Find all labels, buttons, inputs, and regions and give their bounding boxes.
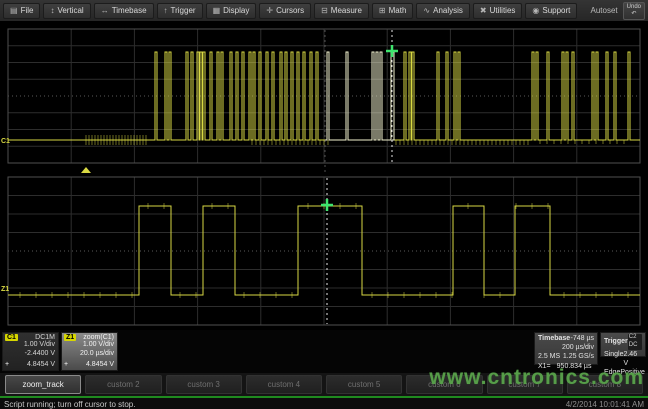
menu-vertical-label: Vertical (57, 6, 83, 15)
menu-math[interactable]: ⊞Math (372, 3, 414, 19)
custom-button-row: zoom_track custom 2 custom 3 custom 4 cu… (0, 373, 648, 396)
x1-cursor-value: 950.834 µs (557, 362, 592, 371)
autoset-button[interactable]: Autoset (591, 6, 618, 15)
menu-support-label: Support (542, 6, 570, 15)
status-message: Script running; turn off cursor to stop. (4, 400, 135, 409)
menu-support[interactable]: ◉Support (525, 3, 577, 19)
undo-label: Undo (627, 4, 641, 11)
x1-cursor-label: X1= (538, 362, 551, 371)
status-bar: Script running; turn off cursor to stop.… (0, 396, 648, 409)
menu-file-label: File (21, 6, 34, 15)
timebase-title: Timebase (538, 334, 570, 343)
trigger-mode: Single (604, 350, 623, 368)
menubar-right: Autoset Undo ↶ (591, 2, 645, 20)
menu-trigger-label: Trigger (171, 6, 196, 15)
z1-tdiv: 20.0 µs/div (64, 350, 114, 359)
menu-measure-label: Measure (331, 6, 362, 15)
z1-badge: Z1 (64, 334, 76, 341)
c1-cursor-value: 4.8454 V (27, 361, 55, 368)
menu-utilities[interactable]: ✖Utilities (473, 3, 522, 19)
button-custom-8[interactable]: custom 8 (567, 375, 643, 394)
menu-math-label: Math (389, 6, 407, 15)
timebase-offset: -748 µs (571, 334, 595, 343)
button-custom-2[interactable]: custom 2 (85, 375, 161, 394)
button-zoom-track[interactable]: zoom_track (5, 375, 81, 394)
menu-analysis-label: Analysis (433, 6, 463, 15)
display-icon: ▦ (213, 7, 221, 15)
descriptor-row: C1 DC1M 1.00 V/div -2.4400 V + 4.8454 V … (0, 330, 648, 373)
channel-c1-descriptor[interactable]: C1 DC1M 1.00 V/div -2.4400 V + 4.8454 V (2, 332, 59, 371)
c1-vdiv: 1.00 V/div (5, 341, 55, 350)
trigger-title: Trigger (604, 337, 628, 346)
menu-trigger[interactable]: ↑Trigger (157, 3, 203, 19)
utilities-tools-icon: ✖ (480, 7, 487, 15)
menu-display-label: Display (223, 6, 249, 15)
z1-cursor-icon: + (64, 361, 68, 368)
zoom-z1-descriptor[interactable]: Z1 zoom(C1) 1.00 V/div 20.0 µs/div + 4.8… (61, 332, 118, 371)
z1-source: zoom(C1) (83, 334, 114, 341)
scope-graticule: C1 Z1 (0, 22, 648, 330)
trigger-source-badge: C2 DC (628, 334, 642, 350)
analysis-wave-icon: ∿ (423, 7, 430, 15)
math-icon: ⊞ (379, 7, 386, 15)
trigger-arrow-icon: ↑ (164, 7, 168, 15)
menu-display[interactable]: ▦Display (206, 3, 257, 19)
timebase-rate: 1.25 GS/s (563, 352, 594, 361)
menu-timebase-label: Timebase (112, 6, 147, 15)
menu-measure[interactable]: ⊟Measure (314, 3, 369, 19)
trigger-kind: Edge (604, 368, 620, 377)
button-custom-3[interactable]: custom 3 (166, 375, 242, 394)
c1-cursor-icon: + (5, 361, 9, 368)
button-custom-7[interactable]: custom 7 (487, 375, 563, 394)
timebase-samples: 2.5 MS (538, 352, 560, 361)
timebase-box[interactable]: Timebase -748 µs 200 µs/div 2.5 MS 1.25 … (534, 332, 598, 365)
menu-timebase[interactable]: ↔Timebase (94, 3, 154, 19)
button-custom-6[interactable]: custom 6 (406, 375, 482, 394)
waveform-display[interactable]: C1 Z1 (0, 22, 648, 330)
undo-button[interactable]: Undo ↶ (623, 2, 645, 20)
trigger-level: 2.46 V (623, 350, 642, 368)
button-custom-5[interactable]: custom 5 (326, 375, 402, 394)
c1-badge: C1 (5, 334, 18, 341)
status-datetime: 4/2/2014 10:01:41 AM (566, 400, 644, 409)
vertical-arrows-icon: ↕ (50, 7, 54, 15)
cursor-cross-icon: ✛ (266, 7, 273, 15)
trigger-box[interactable]: Trigger C2 DC Single 2.46 V Edge Positiv… (600, 332, 646, 357)
menu-vertical[interactable]: ↕Vertical (43, 3, 90, 19)
z1-cursor-value: 4.8454 V (86, 361, 114, 368)
svg-text:Z1: Z1 (1, 286, 9, 293)
menu-cursors-label: Cursors (276, 6, 304, 15)
z1-vdiv: 1.00 V/div (64, 341, 114, 350)
horizontal-arrows-icon: ↔ (101, 7, 109, 15)
svg-text:C1: C1 (1, 138, 10, 145)
file-icon: ▤ (10, 7, 18, 15)
button-custom-4[interactable]: custom 4 (246, 375, 322, 394)
c1-coupling: DC1M (35, 334, 55, 341)
menu-bar: ▤File ↕Vertical ↔Timebase ↑Trigger ▦Disp… (0, 0, 648, 22)
oscilloscope-app: ▤File ↕Vertical ↔Timebase ↑Trigger ▦Disp… (0, 0, 648, 409)
menu-file[interactable]: ▤File (3, 3, 40, 19)
menu-cursors[interactable]: ✛Cursors (259, 3, 311, 19)
c1-offset: -2.4400 V (5, 350, 55, 359)
caliper-icon: ⊟ (321, 7, 328, 15)
undo-arrow-icon: ↶ (631, 11, 636, 18)
menu-analysis[interactable]: ∿Analysis (416, 3, 470, 19)
timebase-scale: 200 µs/div (562, 343, 594, 352)
support-info-icon: ◉ (532, 7, 539, 15)
menu-utilities-label: Utilities (490, 6, 516, 15)
trigger-slope: Positive (620, 368, 645, 377)
